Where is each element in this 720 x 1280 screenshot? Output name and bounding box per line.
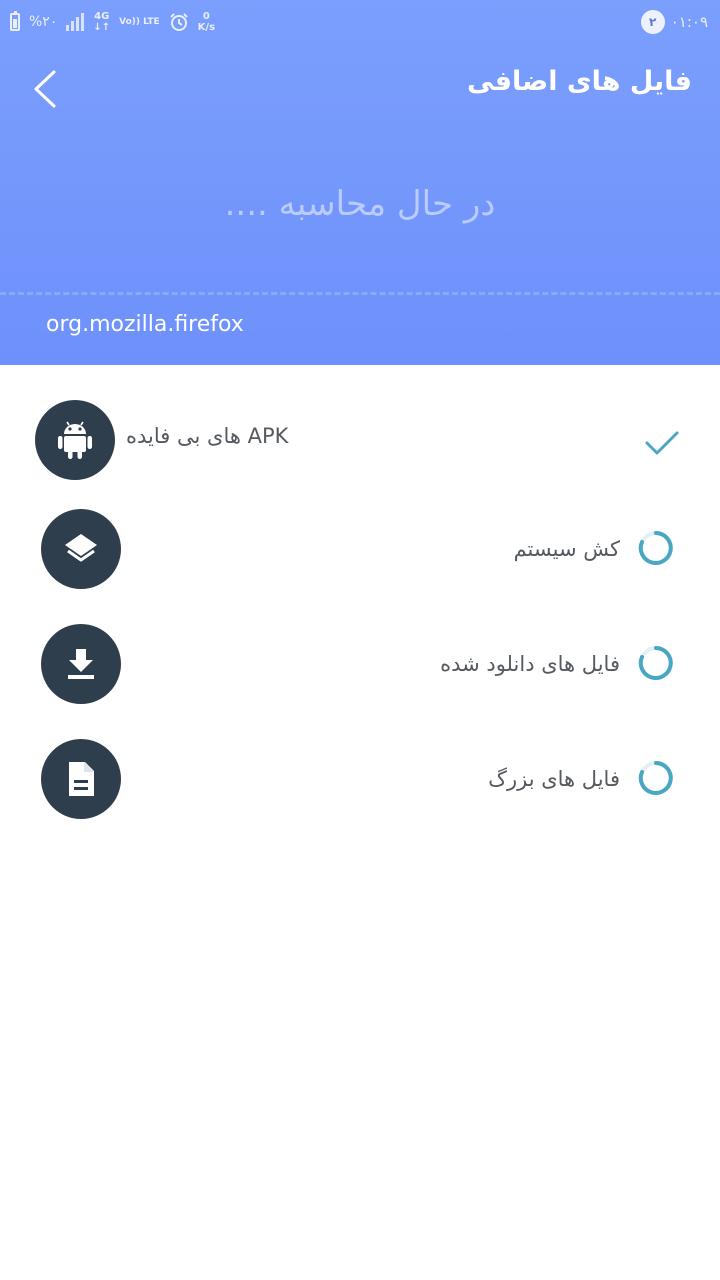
page-title: فایل های اضافی [467, 66, 692, 97]
list-item-large-files[interactable]: فایل های بزرگ [0, 739, 720, 839]
item-label: فایل های دانلود شده [440, 652, 620, 676]
document-icon-badge [41, 739, 121, 819]
check-icon [645, 431, 679, 455]
loading-spinner-icon [638, 646, 673, 680]
speed-unit: K/s [197, 22, 216, 33]
battery-icon [10, 11, 20, 31]
battery-percent: %۲۰ [29, 14, 58, 30]
speed-value: 0 [202, 11, 210, 22]
item-label: فایل های بزرگ [488, 767, 620, 791]
document-icon [69, 762, 94, 796]
back-arrow-icon[interactable] [26, 64, 66, 114]
android-icon [58, 421, 92, 459]
alarm-icon [169, 13, 188, 31]
signal-icon [66, 13, 85, 31]
calculating-text: در حال محاسبه .... [224, 184, 496, 224]
android-icon-badge [35, 400, 115, 480]
loading-spinner-icon [638, 531, 673, 565]
clock: ۰۱:۰۹ [670, 13, 708, 31]
network-arrows-icon: ↓↑ [93, 22, 111, 33]
loading-spinner-icon [638, 761, 673, 795]
item-label: کش سیستم [513, 537, 620, 561]
package-name: org.mozilla.firefox [46, 312, 244, 337]
download-icon-badge [41, 624, 121, 704]
download-icon [68, 649, 94, 679]
list-item-useless-apk[interactable]: APK های بی فایده [0, 400, 720, 500]
volte-label: Vo)) LTE [119, 16, 160, 27]
list-item-downloaded-files[interactable]: فایل های دانلود شده [0, 624, 720, 724]
header-panel: %۲۰ 4G ↓↑ Vo)) LTE 0 K/s ۲ ۰۱:۰۹ فایل ها… [0, 0, 720, 365]
divider [0, 292, 720, 295]
list-item-system-cache[interactable]: کش سیستم [0, 509, 720, 609]
layers-icon [65, 534, 97, 562]
item-label: APK های بی فایده [126, 424, 289, 448]
volte-indicator: Vo)) LTE [119, 17, 160, 28]
layers-icon-badge [41, 509, 121, 589]
notification-badge: ۲ [640, 10, 665, 34]
status-bar: %۲۰ 4G ↓↑ Vo)) LTE 0 K/s ۲ ۰۱:۰۹ [0, 0, 720, 44]
network-speed: 0 K/s [198, 11, 215, 33]
network-type-indicator: 4G ↓↑ [93, 11, 110, 33]
network-type: 4G [94, 11, 110, 22]
